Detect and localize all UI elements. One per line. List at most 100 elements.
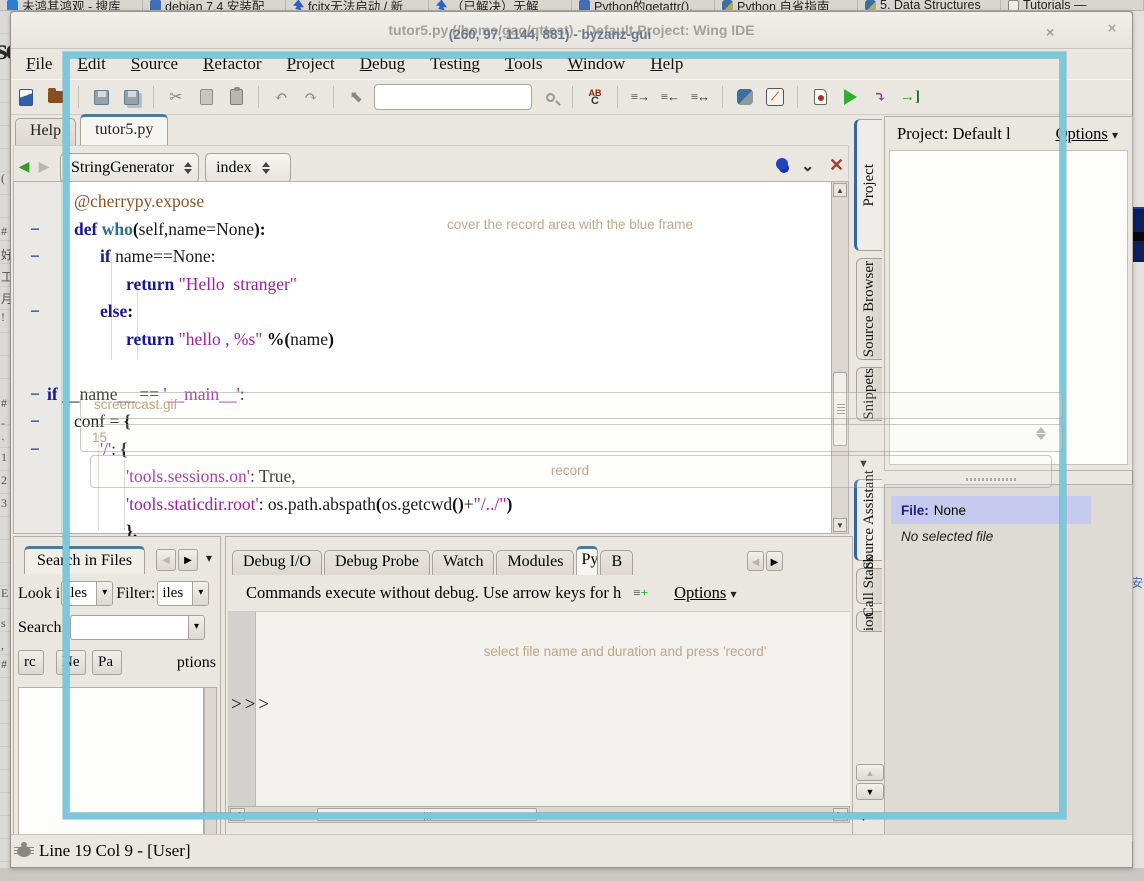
vertical-tab[interactable]: ion	[856, 611, 882, 632]
browser-tab[interactable]: （已解决）无解	[429, 0, 572, 11]
code-lines[interactable]: @cherrypy.expose−def who(self,name=None)…	[14, 188, 832, 546]
breakpoint-icon[interactable]	[805, 84, 835, 110]
menu-item[interactable]: Debug	[360, 54, 405, 74]
browser-tab[interactable]: Python 自省指南	[715, 0, 858, 11]
panel-menu-icon[interactable]: ▼	[858, 812, 869, 824]
close-editor-icon[interactable]: ✕	[829, 155, 844, 176]
member-selector[interactable]: index	[205, 153, 291, 183]
vertical-tab[interactable]: Call Stack	[856, 568, 882, 604]
undo-button[interactable]: ↶	[266, 84, 296, 110]
scroll-right-icon[interactable]: ▶	[833, 808, 848, 821]
fold-collapse-icon[interactable]: −	[30, 408, 40, 436]
search-button-clipped[interactable]: rc	[18, 650, 44, 675]
duration-spinner[interactable]	[80, 424, 1063, 452]
open-file-button[interactable]	[41, 84, 71, 110]
editor-tab[interactable]: Help	[15, 118, 76, 145]
tab-search-in-files[interactable]: Search in Files	[24, 546, 145, 574]
shell-horizontal-scrollbar[interactable]: ◀ ▶	[228, 806, 850, 823]
next-button-clipped[interactable]: Ne	[56, 650, 86, 675]
fold-collapse-icon[interactable]: −	[30, 436, 40, 464]
tab-scroll-right-icon[interactable]: ▶	[178, 549, 198, 571]
look-in-select[interactable]: iles ▾	[61, 581, 113, 606]
vertical-tab[interactable]: Source Browser	[856, 258, 882, 360]
debug-tab[interactable]: Debug I/O	[232, 550, 322, 575]
shell-options-menu[interactable]: Options ▾	[674, 583, 736, 603]
debug-tab[interactable]: B	[600, 550, 633, 575]
tab-scroll-left-icon[interactable]: ◀	[156, 549, 176, 571]
pin-icon[interactable]	[776, 158, 788, 170]
browser-tab[interactable]: Python的getattr(),	[572, 0, 715, 11]
editor-tab[interactable]: tutor5.py	[80, 114, 168, 145]
vertical-tab[interactable]: Source Assistant	[854, 479, 882, 561]
fold-collapse-icon[interactable]: −	[30, 381, 40, 409]
cut-button[interactable]: ✂	[161, 84, 191, 110]
step-into-icon[interactable]: ⤵	[865, 84, 895, 110]
copy-button[interactable]	[191, 84, 221, 110]
python-environment-icon[interactable]	[730, 84, 760, 110]
search-combobox[interactable]: ▾	[70, 615, 205, 640]
search-icon[interactable]	[535, 84, 565, 110]
history-options-icon[interactable]: ≡+	[633, 585, 648, 601]
fold-collapse-icon[interactable]: −	[30, 298, 40, 326]
paste-button[interactable]	[221, 84, 251, 110]
panel-menu-icon[interactable]: ▾	[206, 551, 212, 566]
tab-scroll-left-icon[interactable]: ◀	[747, 551, 764, 571]
tabs-scroll-up-icon[interactable]: ▲	[856, 764, 884, 781]
browser-tab[interactable]: fcitx无法启动 / 新	[286, 0, 429, 11]
browser-tab[interactable]: debian 7.4 安装配	[143, 0, 286, 11]
save-all-button[interactable]	[116, 84, 146, 110]
redo-button[interactable]: ↷	[296, 84, 326, 110]
filename-field[interactable]	[80, 392, 1063, 419]
menu-item[interactable]: Edit	[77, 54, 105, 74]
navigate-forward-icon[interactable]: ▶	[34, 159, 54, 176]
spinner-arrows-icon[interactable]	[1036, 427, 1046, 440]
scrollbar-thumb[interactable]	[317, 808, 537, 821]
new-file-button[interactable]	[11, 84, 41, 110]
debugger-bug-icon[interactable]	[17, 846, 31, 857]
fold-collapse-icon[interactable]: −	[30, 216, 40, 244]
close-icon[interactable]: ×	[1101, 20, 1123, 40]
tab-scroll-right-icon[interactable]: ▶	[766, 551, 783, 571]
menu-item[interactable]: Help	[650, 54, 683, 74]
pointer-tool-icon[interactable]: ⬉	[341, 84, 371, 110]
menu-item[interactable]: File	[26, 54, 52, 74]
fold-collapse-icon[interactable]: −	[30, 243, 40, 271]
titlebar[interactable]: tutor5.py (/home/gao/qttest) - Default P…	[11, 12, 1132, 49]
byzanz-close-icon[interactable]: ×	[1046, 24, 1054, 40]
scroll-left-icon[interactable]: ◀	[230, 808, 245, 821]
save-button[interactable]	[86, 84, 116, 110]
step-out-icon[interactable]: →]	[895, 84, 925, 110]
toolbar-search-input[interactable]	[374, 84, 532, 110]
indent-right-button[interactable]: ≡→	[625, 84, 655, 110]
debug-tab[interactable]: Modules	[496, 550, 574, 575]
browser-tab[interactable]: 未鸿其鸿观 - 搜库	[0, 0, 143, 11]
tabs-scroll-down-icon[interactable]: ▼	[856, 783, 884, 800]
browser-tab[interactable]: Tutorials —	[1001, 0, 1144, 11]
results-scrollbar[interactable]	[204, 687, 217, 835]
debug-tab[interactable]: Watch	[432, 550, 494, 575]
preferences-wrench-icon[interactable]: ⟋	[760, 84, 790, 110]
search-results-list[interactable]	[18, 687, 204, 835]
debug-tab[interactable]: Python Shell	[576, 546, 598, 575]
navigate-back-icon[interactable]: ◀	[14, 159, 34, 176]
run-debug-button[interactable]	[835, 84, 865, 110]
paste-button-clipped[interactable]: Pa	[92, 650, 122, 675]
project-options-menu[interactable]: Options ▾	[1056, 124, 1132, 144]
chevron-down-icon[interactable]: ⌄	[801, 156, 814, 176]
scroll-down-icon[interactable]: ▼	[833, 518, 847, 532]
symbol-selector[interactable]: StringGenerator	[60, 153, 199, 183]
filter-select[interactable]: iles ▾	[157, 581, 209, 606]
menu-item[interactable]: Source	[131, 54, 178, 74]
indent-left-button[interactable]: ≡←	[655, 84, 685, 110]
options-label-clipped[interactable]: ptions	[177, 654, 218, 672]
menu-item[interactable]: Testing	[430, 54, 480, 74]
vertical-tab[interactable]: Project	[854, 119, 882, 251]
python-shell[interactable]: >>>	[228, 612, 850, 806]
menu-item[interactable]: Tools	[505, 54, 543, 74]
scroll-up-icon[interactable]: ▲	[833, 183, 847, 197]
debug-tab[interactable]: Debug Probe	[324, 550, 430, 575]
batch-replace-button[interactable]: ABC	[580, 84, 610, 110]
menu-item[interactable]: Refactor	[203, 54, 262, 74]
menu-item[interactable]: Project	[287, 54, 335, 74]
browser-tab[interactable]: 5. Data Structures	[858, 0, 1001, 11]
